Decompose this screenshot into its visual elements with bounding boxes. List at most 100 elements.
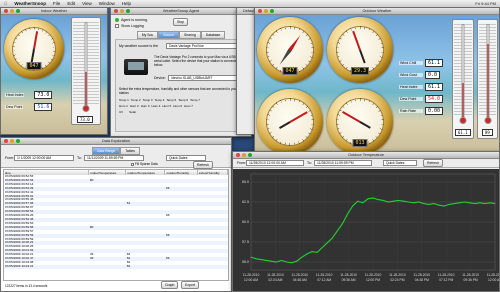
source-panel: My weather source is the Davis Vantage P… [115, 39, 247, 132]
x-tick-label-date: 11-28-2010 [438, 273, 455, 277]
agent-titlebar[interactable]: WeatherSnoop Agent [111, 8, 251, 15]
temperature-point [367, 198, 369, 200]
compass-readout: 047 [282, 67, 298, 75]
graph-button[interactable]: Graph [161, 281, 179, 289]
x-tick-label-date: 11-28-2010 [389, 273, 406, 277]
data-table-container[interactable]: time indoorTemperature outdoorTemperatur… [3, 169, 229, 281]
temperature-point [291, 262, 293, 264]
refresh-button[interactable]: Refresh [193, 161, 213, 169]
zoom-icon[interactable] [16, 139, 20, 143]
menu-file[interactable]: File [53, 1, 60, 6]
show-logging-checkbox[interactable] [115, 24, 119, 28]
x-tick-label-date: 11-28-2010 [462, 273, 479, 277]
table-row[interactable]: 07/25/2009 10:04:21 82 [4, 264, 228, 269]
outdoor-window-title: Outdoor Weather [362, 9, 392, 13]
minimize-icon[interactable] [120, 9, 124, 13]
zoom-icon[interactable] [248, 153, 252, 157]
tab-database[interactable]: Database [200, 31, 226, 39]
temperature-point [377, 199, 379, 201]
dew-point-value: 54.0 [425, 95, 444, 103]
temperature-point [286, 261, 288, 263]
x-tick-label-time: 12:00 PM [366, 278, 380, 282]
graph-to-field[interactable]: 11/28/2010 11:59:59 PM [314, 160, 372, 166]
indoor-titlebar[interactable]: Indoor Weather [1, 8, 107, 15]
menu-window[interactable]: Window [99, 1, 115, 6]
zoom-icon[interactable] [270, 9, 274, 13]
graph-to-label: To: [307, 161, 312, 165]
sensor-temp-2[interactable]: Temp 2 [131, 98, 141, 102]
sensors-text: Select the extra temperature, humidity a… [119, 87, 238, 96]
minimize-icon[interactable] [264, 9, 268, 13]
source-select[interactable]: Davis Vantage Pro/Vue [166, 43, 244, 49]
sensor-hum-6[interactable]: Hum 6 [173, 104, 182, 108]
graph-window-title: Outdoor Temperature [347, 153, 385, 157]
apple-menu-icon[interactable]:  [4, 1, 7, 6]
sensor-temp-1[interactable]: Temp 1 [119, 98, 129, 102]
tab-data-range[interactable]: Data Range [92, 147, 121, 155]
sensor-hum-3[interactable]: Hum 3 [141, 104, 150, 108]
temperature-point [331, 237, 333, 239]
table-cell: 07/25/2009 10:04:21 [4, 264, 89, 269]
temperature-point [347, 213, 349, 215]
temperature-point [418, 201, 420, 203]
table-titlebar[interactable]: Data Exploration [1, 138, 231, 145]
temp-sensor-row: Temp 1 Temp 2 Temp 3 Temp 4 Temp 5 Temp … [119, 98, 200, 102]
indoor-dew-point-value: 51.6 [34, 103, 53, 111]
temperature-point [311, 251, 313, 253]
device-label: Device: [154, 76, 166, 80]
tab-source[interactable]: Source [158, 31, 180, 39]
minimize-icon[interactable] [10, 139, 14, 143]
x-tick-label-time: 07:12 AM [317, 278, 331, 282]
sensor-solar[interactable]: Solar [129, 110, 136, 114]
menu-view[interactable]: View [82, 1, 92, 6]
temperature-point [469, 202, 471, 204]
sensor-temp-5[interactable]: Temp 5 [166, 98, 176, 102]
sensor-temp-7[interactable]: Temp 7 [190, 98, 200, 102]
wind-chill-label: Wind Chill [399, 61, 423, 65]
menu-app-name[interactable]: WeatherSnoop [14, 1, 46, 6]
stop-button[interactable]: Stop [173, 18, 188, 26]
close-icon[interactable] [4, 9, 8, 13]
from-date-field[interactable]: 1/ 1/2009 12:00:00 AM [14, 155, 74, 161]
sensor-temp-4[interactable]: Temp 4 [155, 98, 165, 102]
close-icon[interactable] [114, 9, 118, 13]
wind-chill-value: 61.1 [425, 59, 444, 67]
outdoor-titlebar[interactable]: Outdoor Weather [255, 8, 499, 15]
sensor-hum-1[interactable]: Hum 1 [119, 104, 128, 108]
device-select[interactable]: /dev/cu.SLAB_USBtoUART [168, 75, 244, 81]
sensor-hum-2[interactable]: Hum 2 [130, 104, 139, 108]
sensor-hum-7[interactable]: Hum 7 [184, 104, 193, 108]
graph-refresh-button[interactable]: Refresh [423, 159, 443, 167]
close-icon[interactable] [258, 9, 262, 13]
graph-titlebar[interactable]: Outdoor Temperature [233, 152, 499, 159]
zoom-icon[interactable] [16, 9, 20, 13]
close-icon[interactable] [236, 153, 240, 157]
table-cell [197, 264, 228, 269]
zoom-icon[interactable] [126, 9, 130, 13]
export-button[interactable]: Export [181, 281, 199, 289]
sensor-hum-5[interactable]: Hum 5 [162, 104, 171, 108]
graph-from-field[interactable]: 11/28/2010 12:00:00 AM [246, 160, 304, 166]
indoor-thermo-readout: 73.0 [77, 116, 93, 123]
sensor-hum-4[interactable]: Hum 4 [152, 104, 161, 108]
temperature-point [494, 203, 496, 205]
sensor-uv[interactable]: UV [119, 110, 123, 114]
fill-sparse-checkbox[interactable] [131, 162, 134, 166]
graph-quick-dates-select[interactable]: Quick Dates [383, 160, 417, 166]
temperature-point [321, 247, 323, 249]
menu-edit[interactable]: Edit [67, 1, 75, 6]
temperature-point [448, 203, 450, 205]
tab-tables[interactable]: Tables [120, 147, 140, 155]
table-cell [164, 264, 198, 269]
to-date-field[interactable]: 11/11/2009 11:59:59 PM [84, 155, 144, 161]
temperature-point [342, 223, 343, 225]
sensor-temp-3[interactable]: Temp 3 [143, 98, 153, 102]
temperature-point [403, 200, 404, 202]
menu-help[interactable]: Help [122, 1, 131, 6]
tab-my-source[interactable]: My Sou [136, 31, 159, 39]
sensor-temp-6[interactable]: Temp 6 [178, 98, 188, 102]
minimize-icon[interactable] [242, 153, 246, 157]
minimize-icon[interactable] [10, 9, 14, 13]
close-icon[interactable] [4, 139, 8, 143]
tab-sharing[interactable]: Sharing [179, 31, 201, 39]
